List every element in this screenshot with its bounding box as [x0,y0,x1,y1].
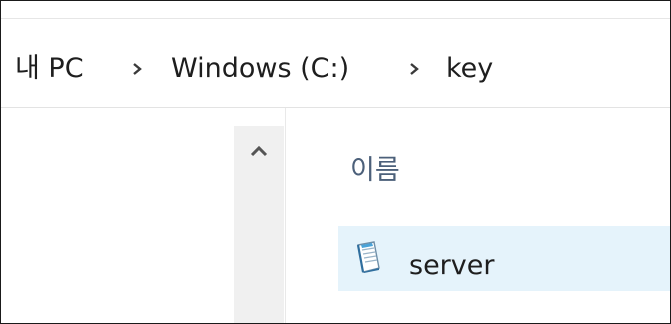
text-file-icon [352,241,382,273]
address-bar[interactable]: 내 PC Windows (C:) key [1,19,670,108]
chevron-up-icon[interactable] [234,126,284,176]
list-item[interactable]: server [338,226,670,291]
title-strip [1,1,670,19]
file-list-pane: 이름 server [286,108,670,323]
breadcrumb-windows-c[interactable]: Windows (C:) [171,19,349,107]
nav-pane-scrollbar[interactable] [234,126,284,323]
explorer-window: 내 PC Windows (C:) key 이름 server [0,0,671,324]
navigation-pane [1,108,233,323]
column-header-name[interactable]: 이름 [350,148,400,187]
breadcrumb-this-pc[interactable]: 내 PC [15,19,84,107]
breadcrumb-key[interactable]: key [446,19,493,107]
file-name[interactable]: server [409,226,494,291]
chevron-right-icon[interactable] [404,19,424,107]
chevron-right-icon[interactable] [127,19,147,107]
